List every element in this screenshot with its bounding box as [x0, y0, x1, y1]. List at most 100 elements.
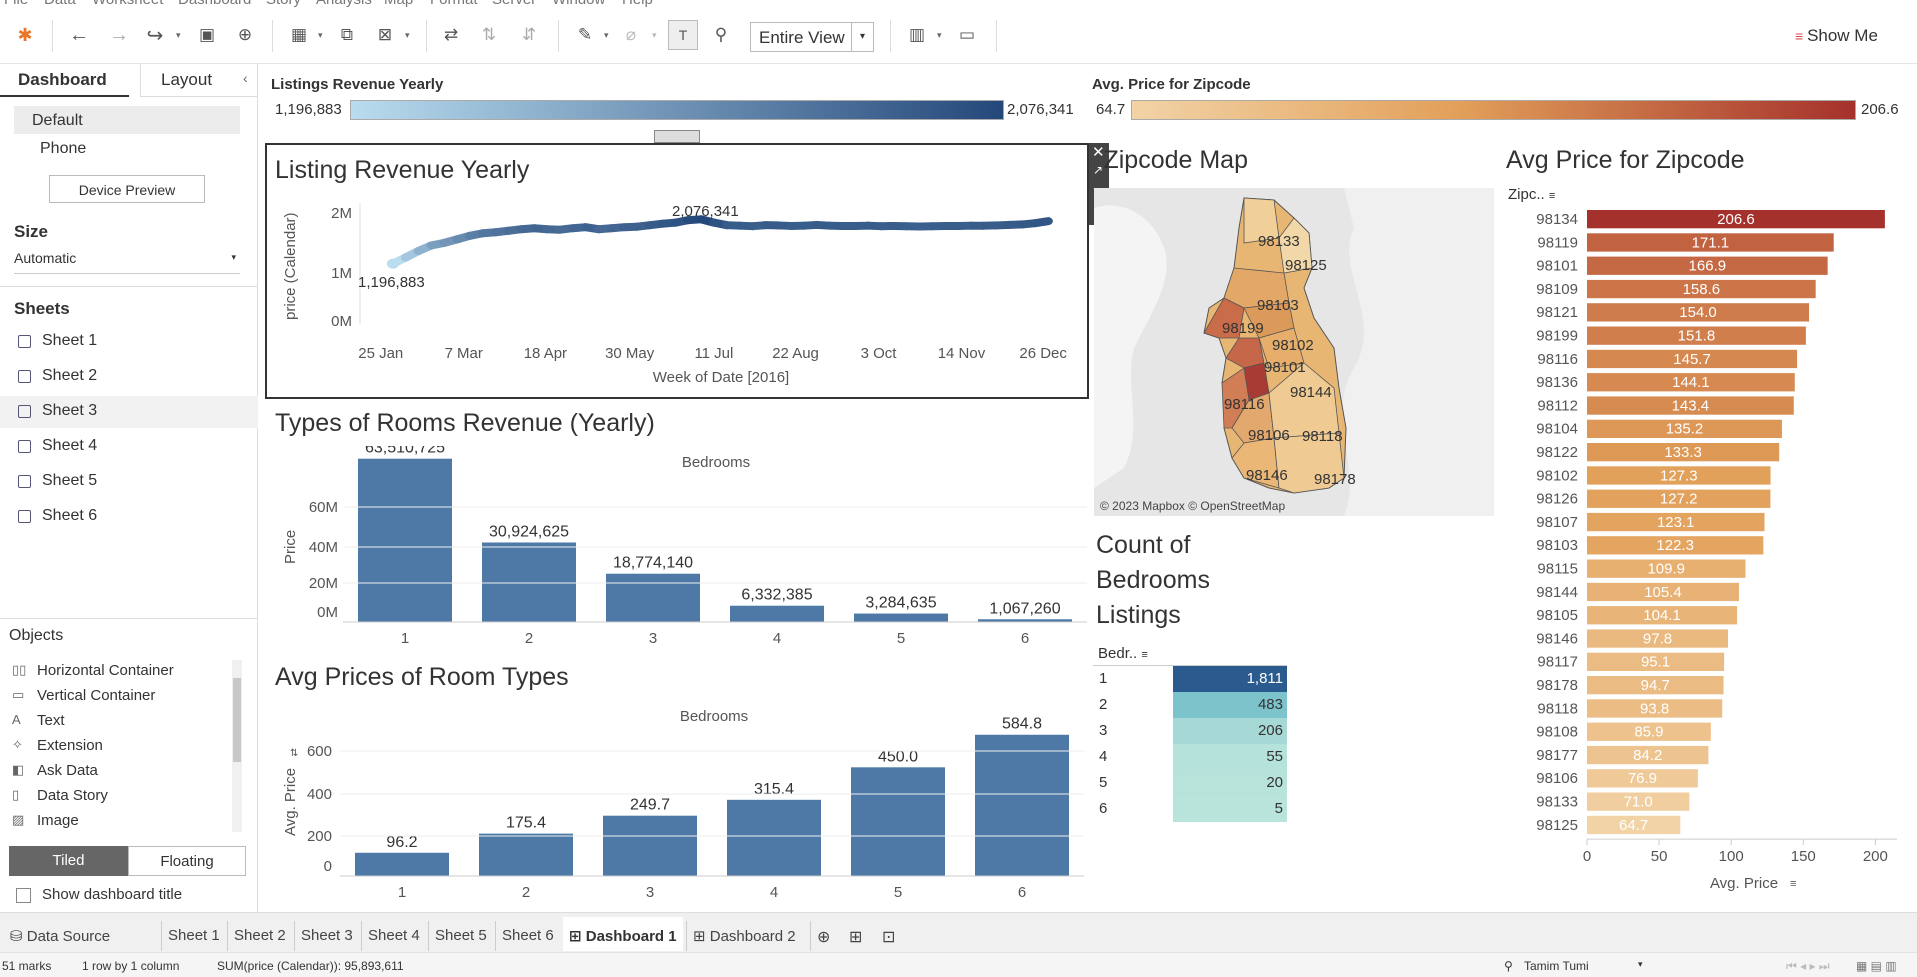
tab-data-source[interactable]: ⛁ Data Source: [4, 921, 116, 951]
group-members-icon[interactable]: ⌀: [618, 22, 644, 48]
tab-dashboard[interactable]: Dashboard: [0, 64, 129, 97]
add-data-source-icon[interactable]: ⊕: [232, 22, 258, 48]
sort-icon[interactable]: ⇅: [290, 748, 298, 759]
bar[interactable]: [727, 799, 821, 876]
menu-story[interactable]: Story: [266, 0, 301, 8]
zipcode-header[interactable]: Zipc.. ≡: [1508, 186, 1555, 203]
table-row[interactable]: 1 1,811: [1093, 666, 1287, 692]
object-extension[interactable]: ✧ Extension: [12, 737, 103, 754]
device-phone[interactable]: Phone: [40, 140, 86, 158]
object-vertical-container[interactable]: ▭ Vertical Container: [12, 687, 155, 704]
tab-sheet-2[interactable]: Sheet 2: [227, 921, 292, 951]
object-ask-data[interactable]: ◧ Ask Data: [12, 762, 98, 779]
sort-ascending-icon[interactable]: ⇅: [476, 22, 502, 48]
line-series[interactable]: [386, 215, 1053, 269]
new-worksheet-icon[interactable]: ▦: [286, 22, 312, 48]
show-mark-labels-icon[interactable]: T: [668, 20, 698, 50]
device-preview-button[interactable]: Device Preview: [49, 175, 205, 203]
row-value[interactable]: 1,811: [1173, 666, 1287, 692]
show-cards-icon[interactable]: ▥: [904, 22, 930, 48]
show-me-button[interactable]: ≡ Show Me: [1795, 26, 1878, 46]
duplicate-sheet-icon[interactable]: ⧉: [334, 22, 360, 48]
menu-dashboard[interactable]: Dashboard: [178, 0, 251, 8]
bedrooms-header[interactable]: Bedr.. ≡: [1098, 645, 1148, 662]
menu-data[interactable]: Data: [44, 0, 76, 8]
new-worksheet-icon[interactable]: ⊕: [810, 921, 836, 951]
menu-help[interactable]: Help: [622, 0, 653, 8]
tab-dashboard-1[interactable]: ⊞ Dashboard 1: [563, 917, 683, 951]
device-default[interactable]: Default: [14, 106, 240, 134]
move-handle[interactable]: [654, 130, 700, 143]
undo-icon[interactable]: ←: [66, 22, 92, 48]
menu-analysis[interactable]: Analysis: [316, 0, 372, 8]
zipcode-map[interactable]: 98133 98125 98103 98199 98102 98101 9814…: [1094, 188, 1494, 516]
object-data-story[interactable]: ▯ Data Story: [12, 787, 108, 804]
bar[interactable]: [851, 767, 945, 876]
replay-icon[interactable]: ↪: [142, 22, 168, 48]
new-worksheet-dropdown-icon[interactable]: ▾: [318, 30, 323, 41]
price-color-legend[interactable]: [1131, 100, 1856, 120]
row-value[interactable]: 55: [1173, 744, 1287, 770]
tab-sheet-6[interactable]: Sheet 6: [495, 921, 560, 951]
floating-button[interactable]: Floating: [128, 846, 246, 876]
tab-dashboard-2[interactable]: ⊞ Dashboard 2: [686, 921, 802, 951]
bar[interactable]: [606, 573, 700, 622]
menu-map[interactable]: Map: [384, 0, 413, 8]
row-value[interactable]: 483: [1173, 692, 1287, 718]
size-dropdown[interactable]: Automatic ▾: [14, 250, 240, 274]
bar[interactable]: [975, 734, 1069, 876]
chevron-down-icon[interactable]: ▾: [1638, 959, 1643, 970]
line-segment[interactable]: [1030, 217, 1053, 228]
highlight-icon[interactable]: ✎: [572, 22, 598, 48]
tab-sheet-3[interactable]: Sheet 3: [294, 921, 359, 951]
object-image[interactable]: ▨ Image: [12, 812, 79, 829]
menu-format[interactable]: Format: [430, 0, 478, 8]
table-row[interactable]: 4 55: [1093, 744, 1287, 770]
tab-sheet-1[interactable]: Sheet 1: [161, 921, 226, 951]
table-row[interactable]: 5 20: [1093, 770, 1287, 796]
clear-dropdown-icon[interactable]: ▾: [405, 30, 410, 41]
bar[interactable]: [479, 833, 573, 876]
row-value[interactable]: 5: [1173, 796, 1287, 822]
sheet-item-5[interactable]: Sheet 5: [14, 466, 254, 498]
bar[interactable]: [730, 605, 824, 622]
bar[interactable]: [355, 852, 449, 876]
cards-dropdown-icon[interactable]: ▾: [937, 30, 942, 41]
table-row[interactable]: 3 206: [1093, 718, 1287, 744]
sheet-item-3[interactable]: Sheet 3: [0, 396, 258, 428]
highlight-dropdown-icon[interactable]: ▾: [604, 30, 609, 41]
line-point[interactable]: [386, 258, 400, 269]
user-name[interactable]: Tamim Tumi: [1524, 959, 1589, 973]
objects-scrollbar[interactable]: [232, 660, 242, 832]
menu-window[interactable]: Window: [552, 0, 605, 8]
sort-icon[interactable]: ≡: [1141, 649, 1147, 661]
fix-axes-icon[interactable]: ⚲: [708, 22, 734, 48]
sort-icon[interactable]: ≡: [1549, 190, 1555, 202]
row-value[interactable]: 20: [1173, 770, 1287, 796]
sort-icon[interactable]: ≡: [1790, 878, 1796, 890]
clear-sheet-icon[interactable]: ⊠: [372, 22, 398, 48]
sheet-item-1[interactable]: Sheet 1: [14, 326, 254, 358]
tab-sheet-5[interactable]: Sheet 5: [428, 921, 493, 951]
menu-file[interactable]: File: [4, 0, 28, 8]
sheet-item-4[interactable]: Sheet 4: [14, 431, 254, 463]
sort-descending-icon[interactable]: ⇵: [516, 22, 542, 48]
object-horizontal-container[interactable]: ▯▯ Horizontal Container: [12, 662, 174, 679]
revenue-color-legend[interactable]: [350, 100, 1004, 120]
scrollbar-thumb[interactable]: [233, 678, 241, 762]
sheet-navigation-icon[interactable]: ⏮ ◂ ▸ ⏭: [1786, 959, 1830, 974]
view-toggle-icon[interactable]: ▦ ▤ ▥: [1856, 959, 1897, 973]
collapse-pane-icon[interactable]: ‹: [243, 70, 248, 86]
bar[interactable]: [854, 613, 948, 622]
group-dropdown-icon[interactable]: ▾: [652, 30, 657, 41]
redo-icon[interactable]: →: [106, 22, 132, 48]
object-text[interactable]: A Text: [12, 712, 65, 729]
bar[interactable]: [603, 815, 697, 876]
new-dashboard-icon[interactable]: ⊞: [843, 921, 868, 951]
chevron-down-icon[interactable]: ▾: [851, 23, 873, 51]
new-story-icon[interactable]: ⊡: [876, 921, 901, 951]
row-value[interactable]: 206: [1173, 718, 1287, 744]
tab-sheet-4[interactable]: Sheet 4: [361, 921, 426, 951]
bar[interactable]: [358, 458, 452, 622]
tableau-logo-icon[interactable]: ✱: [12, 22, 38, 48]
